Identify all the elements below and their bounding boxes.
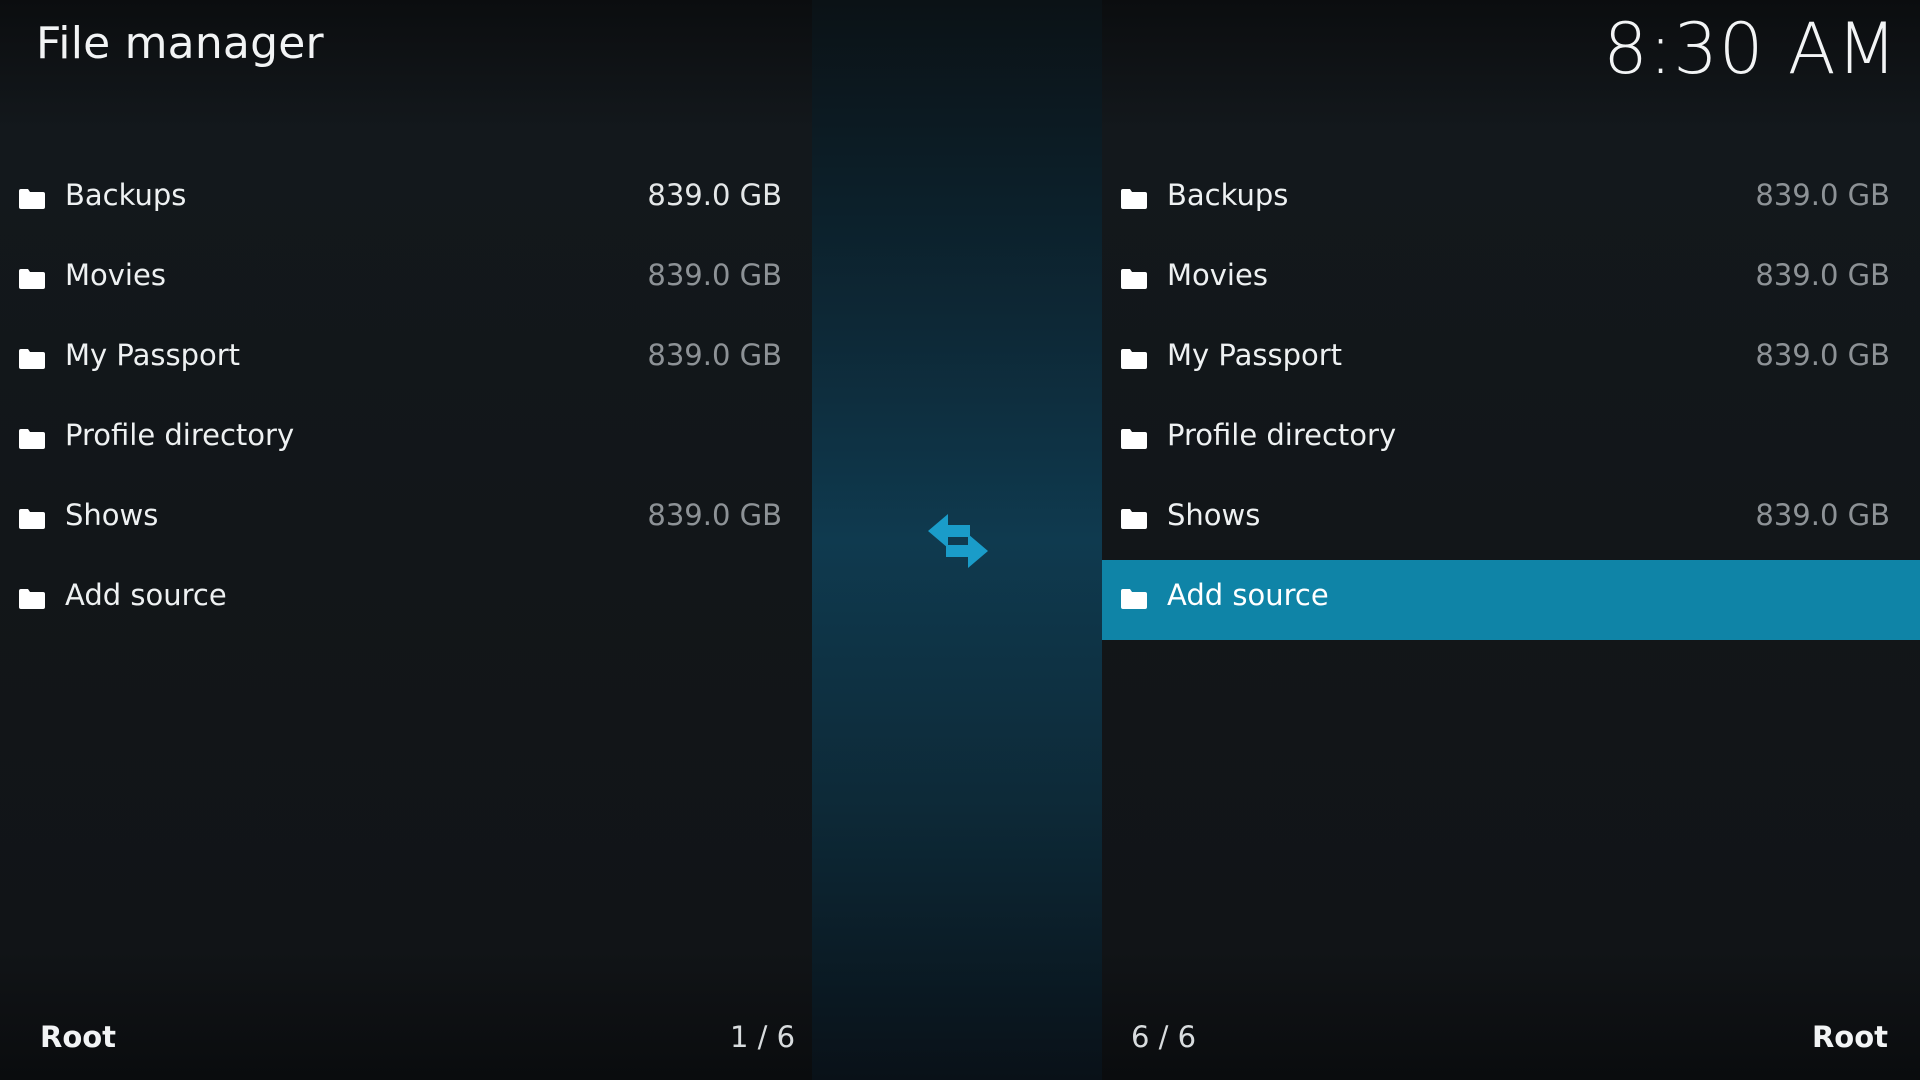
folder-icon (1121, 429, 1147, 449)
right-footer-path: Root (1811, 1020, 1888, 1054)
folder-icon (1121, 349, 1147, 369)
list-item-size: 839.0 GB (1755, 178, 1890, 212)
folder-icon (1121, 509, 1147, 529)
list-item-label: Backups (1167, 178, 1289, 212)
list-item-size: 839.0 GB (1755, 258, 1890, 292)
list-item-size: 839.0 GB (1755, 338, 1890, 372)
list-item-label: Movies (1167, 258, 1268, 292)
add-source-item-selected[interactable]: Add source (1102, 560, 1920, 640)
left-footer-count: 1 / 6 (730, 1020, 796, 1054)
folder-icon (19, 349, 45, 369)
list-item-label: Backups (65, 178, 187, 212)
left-file-list: Backups 839.0 GB Movies 839.0 GB My Pass… (0, 160, 812, 720)
list-item-size: 839.0 GB (647, 178, 782, 212)
list-item[interactable]: Shows 839.0 GB (1102, 480, 1920, 560)
folder-icon (1121, 589, 1147, 609)
folder-icon (19, 269, 45, 289)
left-footer-path: Root (40, 1020, 117, 1054)
list-item-size: 839.0 GB (647, 498, 782, 532)
list-item-label: Profile directory (1167, 418, 1397, 452)
list-item-label: Shows (1167, 498, 1261, 532)
list-item[interactable]: Backups 839.0 GB (1102, 160, 1920, 240)
list-item[interactable]: Backups 839.0 GB (0, 160, 812, 240)
list-item-label: Movies (65, 258, 166, 292)
list-item[interactable]: Movies 839.0 GB (1102, 240, 1920, 320)
file-manager-screen: File manager 8:30 AM Backups 839.0 GB Mo… (0, 0, 1920, 1080)
list-item[interactable]: My Passport 839.0 GB (0, 320, 812, 400)
list-item-label: Profile directory (65, 418, 295, 452)
list-item-label: Add source (1167, 578, 1329, 612)
list-item[interactable]: Profile directory (0, 400, 812, 480)
folder-icon (19, 189, 45, 209)
list-item[interactable]: Shows 839.0 GB (0, 480, 812, 560)
list-item-label: My Passport (65, 338, 241, 372)
list-item-size: 839.0 GB (647, 258, 782, 292)
list-item-label: Shows (65, 498, 159, 532)
list-item-size: 839.0 GB (647, 338, 782, 372)
swap-arrows-icon[interactable] (924, 510, 992, 572)
right-file-list: Backups 839.0 GB Movies 839.0 GB My Pass… (1102, 160, 1920, 720)
page-title: File manager (36, 18, 324, 69)
folder-icon (19, 509, 45, 529)
folder-icon (1121, 189, 1147, 209)
list-item-label: My Passport (1167, 338, 1343, 372)
clock: 8:30 AM (1603, 8, 1898, 90)
right-footer-count: 6 / 6 (1131, 1020, 1197, 1054)
folder-icon (19, 589, 45, 609)
list-item[interactable]: Profile directory (1102, 400, 1920, 480)
list-item[interactable]: My Passport 839.0 GB (1102, 320, 1920, 400)
add-source-item[interactable]: Add source (0, 560, 812, 640)
list-item-label: Add source (65, 578, 227, 612)
list-item-size: 839.0 GB (1755, 498, 1890, 532)
folder-icon (19, 429, 45, 449)
folder-icon (1121, 269, 1147, 289)
list-item[interactable]: Movies 839.0 GB (0, 240, 812, 320)
